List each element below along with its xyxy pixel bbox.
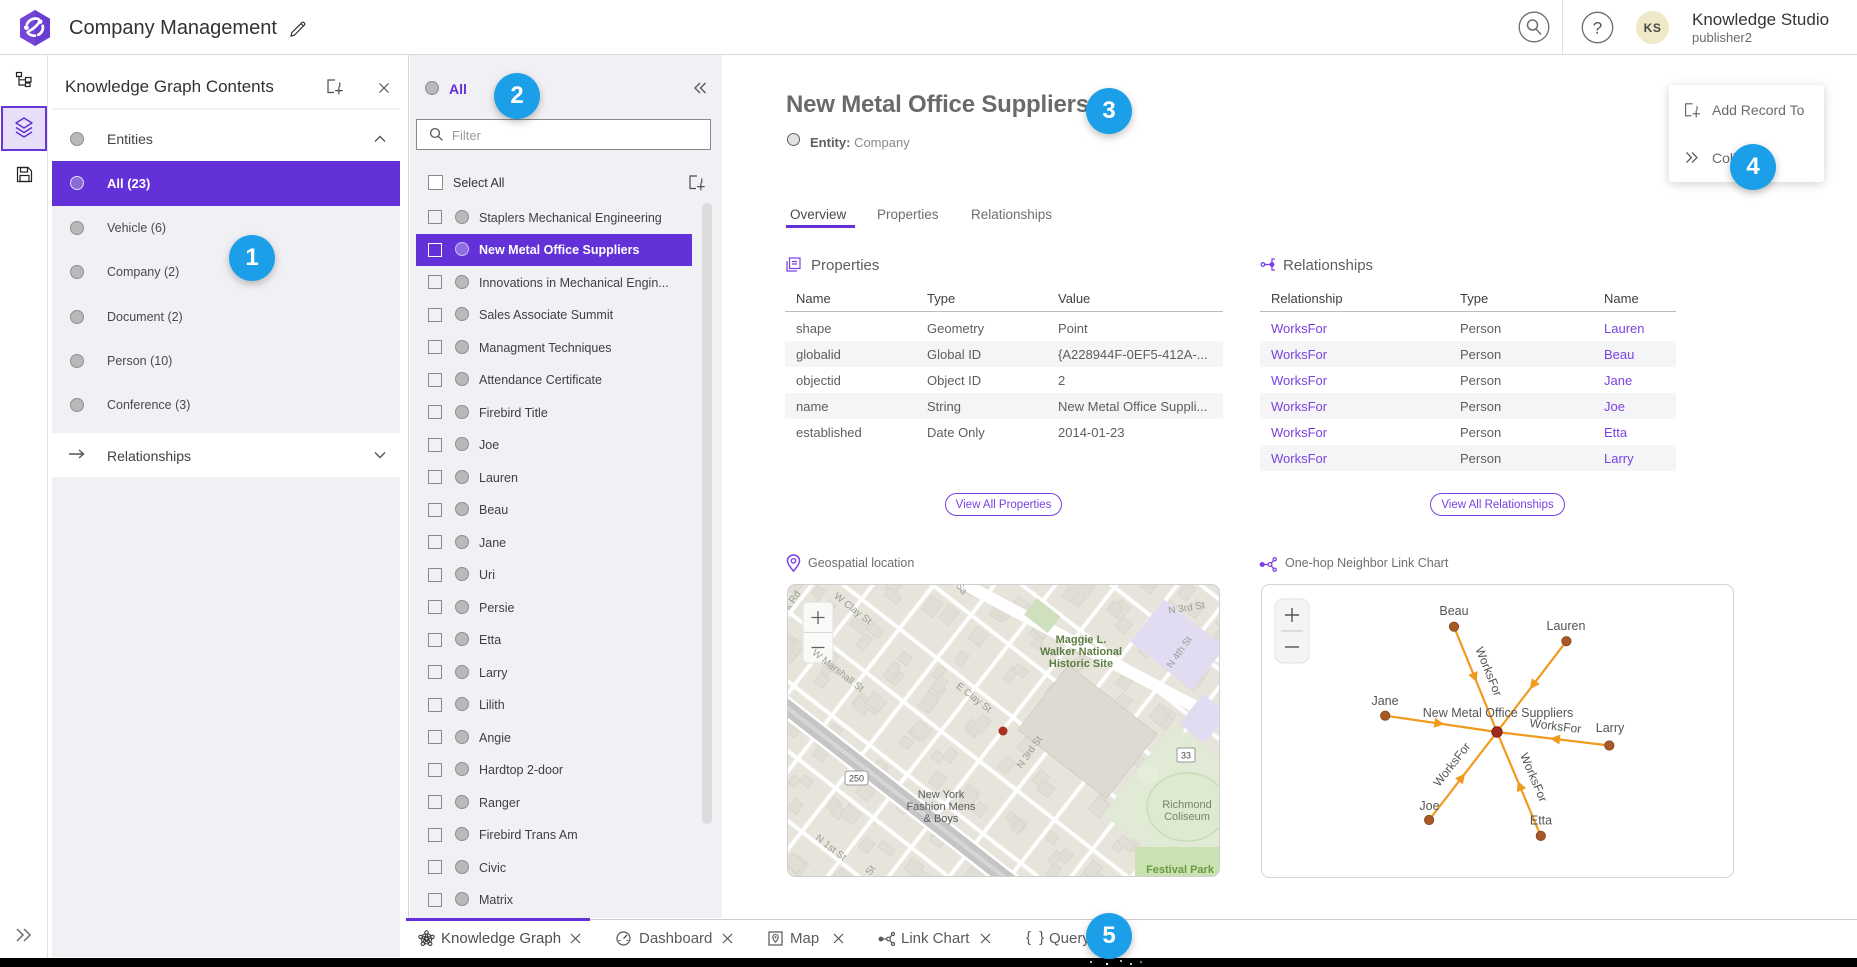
svg-text:Maggie L.: Maggie L.	[1056, 634, 1107, 646]
svg-text:Jane: Jane	[1371, 694, 1398, 708]
svg-text:Lauren: Lauren	[1547, 619, 1586, 633]
svg-text:& Boys: & Boys	[924, 813, 959, 825]
svg-text:Fashion Mens: Fashion Mens	[906, 801, 976, 813]
svg-text:33: 33	[1181, 751, 1191, 761]
svg-text:Etta: Etta	[1530, 814, 1552, 828]
svg-text:Beau: Beau	[1439, 604, 1468, 618]
svg-text:Larry: Larry	[1596, 721, 1625, 735]
svg-text:Historic Site: Historic Site	[1049, 658, 1113, 670]
svg-text:Richmond: Richmond	[1162, 799, 1212, 811]
svg-text:Joe: Joe	[1419, 799, 1439, 813]
svg-text:Walker National: Walker National	[1040, 646, 1122, 658]
svg-text:Festival Park: Festival Park	[1146, 864, 1215, 876]
svg-text:New York: New York	[918, 789, 965, 801]
svg-text:?: ?	[1593, 19, 1602, 38]
svg-text:250: 250	[849, 774, 864, 784]
svg-text:Coliseum: Coliseum	[1164, 811, 1210, 823]
